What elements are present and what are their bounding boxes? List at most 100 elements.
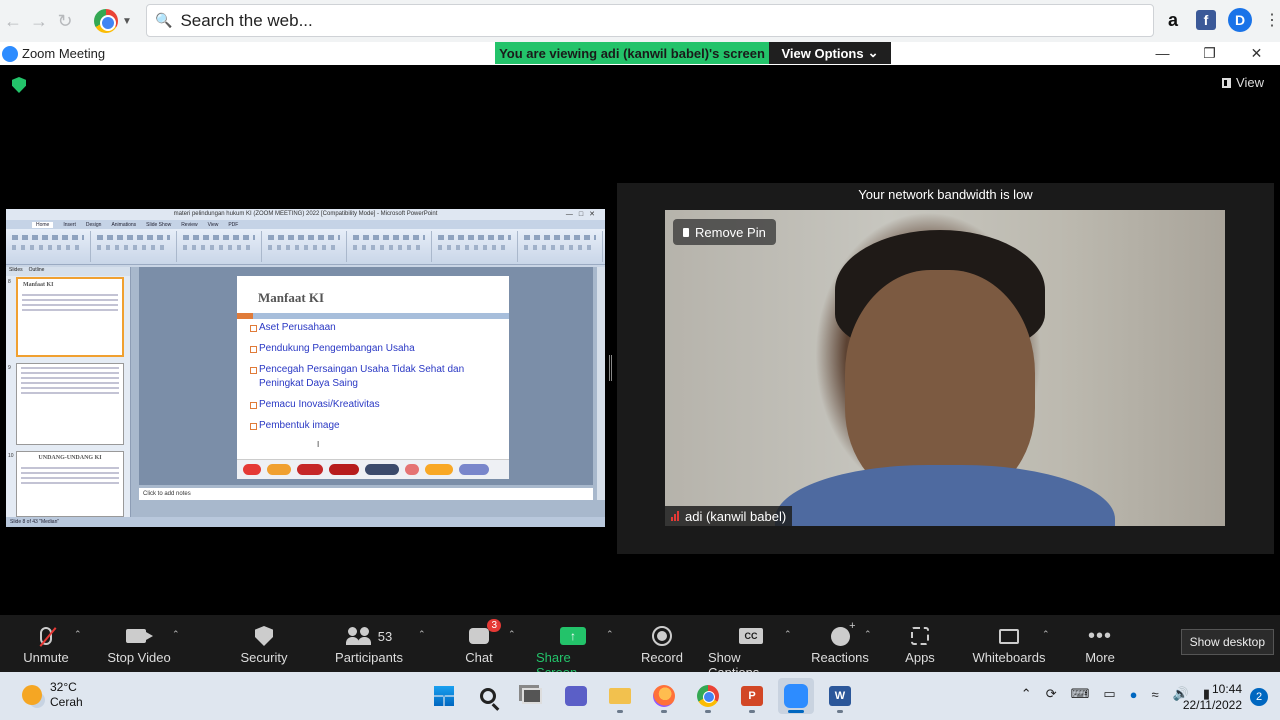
more-button[interactable]: ••• More	[1083, 625, 1117, 665]
start-button[interactable]	[426, 678, 462, 714]
thumb-title: Manfaat KI	[23, 282, 54, 288]
encryption-shield-icon[interactable]	[12, 77, 26, 93]
chevron-up-icon[interactable]: ⌃	[784, 629, 792, 640]
task-view-button[interactable]	[514, 678, 550, 714]
temperature: 32°C	[50, 680, 77, 694]
system-tray: ⌃ ⟳ ⌨ ▭ ● ≈ 🔊 ▮	[1021, 686, 1210, 702]
close-icon[interactable]: ✕	[1233, 42, 1280, 64]
windows-taskbar: 32°C Cerah P W ⌃ ⟳ ⌨ ▭ ● ≈ 🔊 ▮ 10:44 22/…	[0, 672, 1280, 720]
chevron-up-icon[interactable]: ⌃	[508, 629, 516, 640]
search-icon	[480, 688, 496, 704]
participant-count: 53	[377, 628, 393, 644]
restore-icon[interactable]: ❐	[1186, 42, 1233, 64]
reload-icon[interactable]: ↻	[52, 8, 78, 34]
view-options-button[interactable]: View Options ⌄	[769, 42, 891, 64]
clock[interactable]: 10:44 22/11/2022	[1183, 681, 1242, 713]
slides-pane: Slides Outline 8 Manfaat KI 9 10 UNDANG-…	[6, 267, 131, 517]
amazon-icon[interactable]: a	[1162, 10, 1184, 31]
unmute-button[interactable]: Unmute	[22, 625, 70, 665]
ppt-tab: Review	[181, 221, 198, 228]
zoom-app[interactable]	[778, 678, 814, 714]
chevron-up-icon[interactable]: ⌃	[418, 629, 426, 640]
weather-icon	[22, 685, 42, 705]
chat-button[interactable]: 3 Chat	[464, 619, 501, 665]
video-panel: Your network bandwidth is low Remove Pin…	[617, 183, 1274, 554]
logo-icon	[459, 464, 489, 475]
chevron-up-icon[interactable]: ⌃	[74, 629, 82, 640]
participant-name: adi (kanwil babel)	[685, 508, 787, 524]
meeting-toolbar: Unmute ⌃ Stop Video ⌃ Security 53 Partic…	[0, 615, 1280, 680]
view-icon	[1222, 77, 1232, 88]
browser-toolbar: ← → ↻ ▼ 🔍 Search the web... a f D ⋮	[0, 0, 1280, 42]
window-title: Zoom Meeting	[22, 46, 106, 61]
ppt-tab: PDF	[228, 221, 239, 228]
firefox-app[interactable]	[646, 678, 682, 714]
splitter-handle[interactable]	[609, 355, 612, 381]
keyboard-icon[interactable]: ⌨	[1071, 686, 1090, 702]
toolbar-label: More	[1085, 650, 1115, 665]
reactions-button[interactable]: Reactions	[811, 620, 869, 666]
search-taskbar-button[interactable]	[470, 678, 506, 714]
whiteboard-icon	[999, 628, 1019, 644]
word-app[interactable]: W	[822, 678, 858, 714]
remove-pin-button[interactable]: Remove Pin	[673, 219, 776, 245]
chat-badge: 3	[487, 619, 501, 632]
teams-app[interactable]	[558, 678, 594, 714]
remove-pin-label: Remove Pin	[695, 224, 766, 240]
pin-icon	[683, 227, 689, 237]
search-input[interactable]: 🔍 Search the web...	[146, 4, 1154, 37]
search-placeholder: Search the web...	[180, 10, 313, 30]
record-button[interactable]: Record	[641, 625, 683, 665]
weather-widget[interactable]: 32°C Cerah	[22, 680, 83, 710]
stop-video-button[interactable]: Stop Video	[105, 625, 173, 665]
ppt-ribbon	[6, 229, 605, 265]
date: 22/11/2022	[1182, 698, 1242, 712]
view-button[interactable]: View	[1222, 75, 1264, 90]
apps-button[interactable]: Apps	[904, 625, 936, 665]
microphone-icon[interactable]: ●	[1130, 687, 1138, 702]
profile-avatar[interactable]: D	[1228, 8, 1252, 32]
ppt-ribbon-tabs: Home Insert Design Animations Slide Show…	[6, 220, 605, 229]
captions-icon: CC	[739, 628, 763, 644]
windows-icon	[434, 686, 454, 706]
slide-title: Manfaat KI	[258, 290, 325, 305]
chevron-up-icon[interactable]: ⌃	[172, 629, 180, 640]
back-icon[interactable]: ←	[0, 8, 26, 34]
security-button[interactable]: Security	[238, 625, 290, 665]
powerpoint-app[interactable]: P	[734, 678, 770, 714]
chevron-down-icon[interactable]: ▼	[122, 16, 132, 27]
participants-button[interactable]: 53 Participants	[335, 625, 403, 665]
wifi-icon[interactable]: ≈	[1152, 687, 1159, 702]
sync-icon[interactable]: ⟳	[1046, 686, 1057, 702]
toolbar-label: Reactions	[811, 650, 869, 665]
slide-thumbnail	[16, 363, 124, 445]
ribbon-group	[520, 231, 603, 262]
forward-icon[interactable]: →	[26, 8, 52, 34]
current-slide: Manfaat KI Aset Perusahaan Pendukung Pen…	[237, 276, 509, 479]
menu-icon[interactable]: ⋮	[1264, 10, 1280, 30]
chevron-up-icon[interactable]: ⌃	[1021, 686, 1032, 702]
chevron-up-icon[interactable]: ⌃	[606, 629, 614, 640]
minimize-icon[interactable]: —	[1139, 42, 1186, 64]
ppt-statusbar: Slide 8 of 43 "Median"	[6, 517, 605, 527]
file-explorer-app[interactable]	[602, 678, 638, 714]
slide-bullets: Aset Perusahaan Pendukung Pengembangan U…	[250, 321, 500, 440]
chevron-down-icon: ⌄	[867, 45, 879, 60]
thumb-line	[22, 309, 118, 311]
display-icon[interactable]: ▭	[1103, 686, 1115, 702]
thumb-number: 8	[8, 279, 11, 285]
ppt-window-title: materi pelindungan hukum KI (ZOOM MEETIN…	[173, 211, 438, 217]
record-icon	[652, 626, 672, 646]
facebook-icon[interactable]: f	[1196, 10, 1216, 30]
chrome-app[interactable]	[690, 678, 726, 714]
chat-icon	[469, 628, 489, 644]
whiteboards-button[interactable]: Whiteboards	[972, 625, 1046, 665]
chevron-up-icon[interactable]: ⌃	[1042, 629, 1050, 640]
chevron-up-icon[interactable]: ⌃	[864, 629, 872, 640]
notification-badge[interactable]: 2	[1250, 688, 1268, 706]
extensions: a f D ⋮	[1162, 8, 1280, 32]
shield-icon	[255, 626, 273, 646]
chrome-icon[interactable]	[94, 9, 118, 33]
weather-condition: Cerah	[50, 695, 83, 709]
slide-bullet: Pemacu Inovasi/Kreativitas	[250, 398, 500, 412]
